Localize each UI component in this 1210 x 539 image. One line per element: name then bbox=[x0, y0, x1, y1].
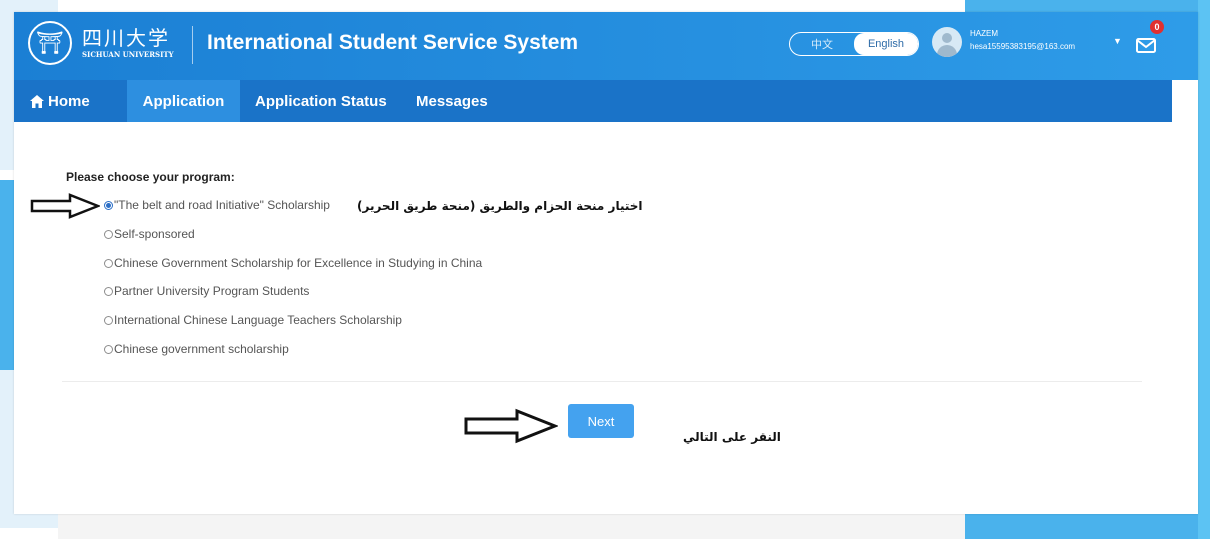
university-seal-icon: ⛩ bbox=[28, 21, 72, 65]
decor-left-blue bbox=[0, 180, 14, 370]
option-label: Self-sponsored bbox=[114, 227, 195, 241]
nav-home[interactable]: Home bbox=[14, 80, 127, 122]
decor-right-strip bbox=[1198, 0, 1210, 539]
home-icon bbox=[30, 94, 44, 108]
option-label: Chinese government scholarship bbox=[114, 342, 289, 356]
option-partner-university[interactable]: Partner University Program Students bbox=[104, 284, 309, 298]
radio-language-teachers[interactable] bbox=[104, 315, 113, 325]
nav-application-status[interactable]: Application Status bbox=[240, 80, 406, 122]
main-navbar: Home Application Application Status Mess… bbox=[14, 80, 1172, 122]
lang-chinese-button[interactable]: 中文 bbox=[790, 33, 854, 55]
logo-english-text: SICHUAN UNIVERSITY bbox=[82, 50, 174, 59]
arrow-right-icon bbox=[464, 408, 558, 444]
user-email[interactable]: hesa15595383195@163.com bbox=[970, 42, 1075, 51]
header-bar: ⛩ 四川大学 SICHUAN UNIVERSITY International … bbox=[14, 12, 1198, 80]
option-government-scholarship[interactable]: Chinese government scholarship bbox=[104, 342, 289, 356]
program-prompt: Please choose your program: bbox=[66, 170, 235, 184]
option-belt-road[interactable]: "The belt and road Initiative" Scholarsh… bbox=[104, 198, 330, 212]
annotation-click-next: النقر على التالي bbox=[683, 430, 781, 444]
annotation-choose-program: اختيار منحة الحزام والطريق (منحة طريق ال… bbox=[357, 199, 643, 213]
nav-application[interactable]: Application bbox=[127, 80, 240, 122]
option-self-sponsored[interactable]: Self-sponsored bbox=[104, 227, 195, 241]
user-name[interactable]: HAZEM bbox=[970, 29, 998, 38]
app-title: International Student Service System bbox=[207, 31, 579, 54]
radio-self-sponsored[interactable] bbox=[104, 229, 113, 239]
logo-chinese-text: 四川大学 bbox=[82, 26, 170, 50]
footer-area bbox=[58, 514, 965, 539]
option-label: "The belt and road Initiative" Scholarsh… bbox=[114, 198, 330, 212]
next-button[interactable]: Next bbox=[568, 404, 634, 438]
radio-excellence-scholarship[interactable] bbox=[104, 258, 113, 268]
language-switch: 中文 English bbox=[789, 32, 919, 56]
radio-government-scholarship[interactable] bbox=[104, 344, 113, 354]
logo-divider bbox=[192, 26, 193, 64]
option-label: Chinese Government Scholarship for Excel… bbox=[114, 256, 483, 270]
radio-partner-university[interactable] bbox=[104, 286, 113, 296]
radio-belt-road[interactable] bbox=[104, 200, 113, 210]
nav-messages[interactable]: Messages bbox=[406, 80, 488, 122]
nav-home-label: Home bbox=[48, 92, 90, 110]
avatar[interactable] bbox=[932, 27, 962, 57]
user-dropdown-caret-icon[interactable]: ▼ bbox=[1113, 36, 1122, 46]
mail-badge: 0 bbox=[1150, 20, 1164, 34]
option-label: Partner University Program Students bbox=[114, 284, 310, 298]
arrow-right-icon bbox=[30, 193, 100, 219]
option-excellence-scholarship[interactable]: Chinese Government Scholarship for Excel… bbox=[104, 256, 482, 270]
lang-english-button[interactable]: English bbox=[854, 33, 918, 55]
option-language-teachers[interactable]: International Chinese Language Teachers … bbox=[104, 313, 402, 327]
form-divider bbox=[62, 381, 1142, 382]
mail-icon[interactable] bbox=[1135, 34, 1157, 56]
option-label: International Chinese Language Teachers … bbox=[114, 313, 402, 327]
